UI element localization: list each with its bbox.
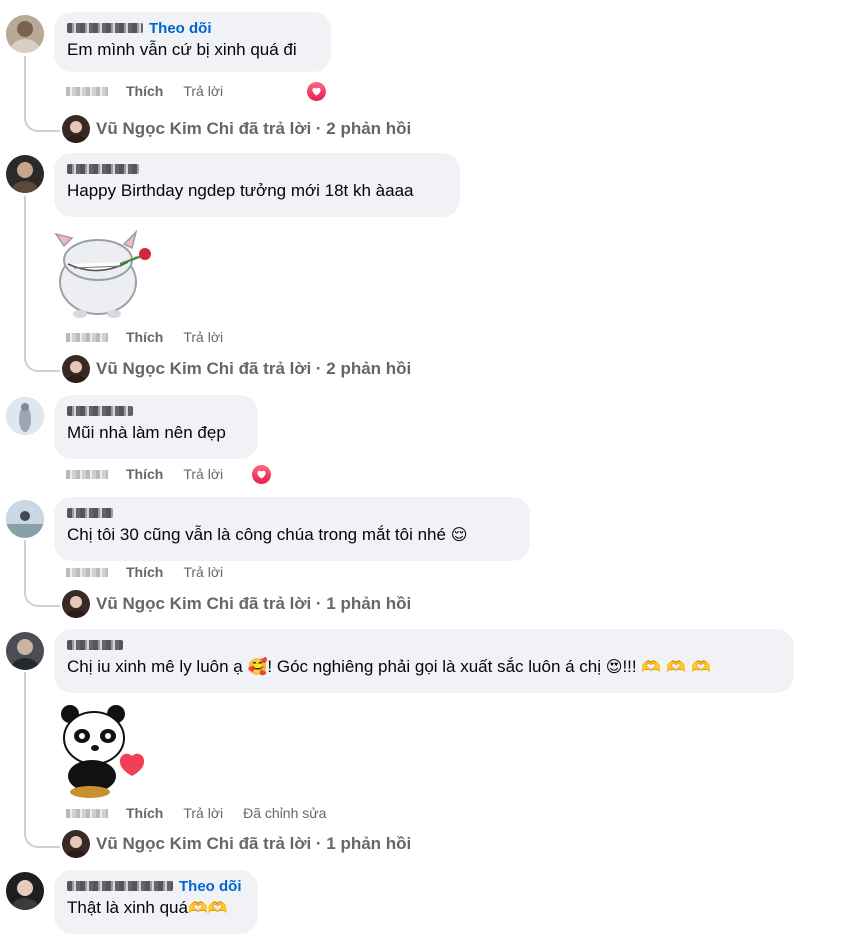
heart-hands-emoji-icon: 🫶🫶 — [187, 898, 228, 917]
timestamp[interactable] — [66, 86, 108, 96]
thread-line — [24, 56, 26, 112]
like-button[interactable]: Thích — [126, 466, 163, 482]
avatar[interactable] — [6, 632, 44, 670]
replier-avatar — [62, 590, 90, 618]
reply-button[interactable]: Trả lời — [183, 564, 223, 580]
replier-avatar — [62, 355, 90, 383]
replier-avatar — [62, 830, 90, 858]
thread-line — [24, 672, 26, 828]
author-name[interactable] — [67, 164, 139, 174]
author-name[interactable] — [67, 640, 123, 650]
comment-bubble: Mũi nhà làm nên đẹp — [54, 395, 258, 459]
view-replies-link[interactable]: Vũ Ngọc Kim Chi đã trả lời · 2 phản hồi — [62, 114, 411, 144]
thread-curve — [24, 110, 60, 132]
comment-text: ! Góc nghiêng phải gọi là xuất sắc luôn … — [267, 657, 602, 676]
reply-button[interactable]: Trả lời — [183, 466, 223, 482]
replier-avatar — [62, 115, 90, 143]
relieved-emoji-icon: 😌 — [450, 525, 468, 544]
author-name[interactable] — [67, 23, 143, 33]
comment-bubble: Theo dõi Em mình vẫn cứ bị xinh quá đi — [54, 12, 331, 72]
heart-eyes-emoji-icon: 😍 — [605, 657, 623, 676]
comment-text: Mũi nhà làm nên đẹp — [67, 423, 226, 442]
follow-link[interactable]: Theo dõi — [179, 878, 242, 895]
comment-text-line: Chị tôi 30 cũng vẫn là công chúa trong m… — [67, 523, 517, 547]
timestamp[interactable] — [66, 469, 108, 479]
reply-button[interactable]: Trả lời — [183, 805, 223, 821]
comment-text: Thật là xinh quá — [67, 898, 188, 917]
avatar[interactable] — [6, 155, 44, 193]
author-name[interactable] — [67, 406, 133, 416]
comment-text: Chị tôi 30 cũng vẫn là công chúa trong m… — [67, 525, 446, 544]
comment-text-line: Thật là xinh quá🫶🫶 — [67, 896, 245, 920]
timestamp[interactable] — [66, 567, 108, 577]
thread-line — [24, 196, 26, 352]
author-name[interactable] — [67, 881, 173, 891]
thread-curve — [24, 826, 60, 848]
smiling-hearts-emoji-icon: 🥰 — [247, 657, 268, 676]
comment-text: Chị iu xinh mê ly luôn ạ — [67, 657, 243, 676]
avatar[interactable] — [6, 397, 44, 435]
view-replies-label: Vũ Ngọc Kim Chi đã trả lời · 1 phản hồi — [96, 834, 412, 853]
author-name[interactable] — [67, 508, 113, 518]
timestamp[interactable] — [66, 808, 108, 818]
comment-actions: Thích Trả lời — [66, 81, 243, 101]
heart-reaction-icon[interactable] — [250, 463, 272, 485]
comment-text-line: Chị iu xinh mê ly luôn ạ 🥰! Góc nghiêng … — [67, 655, 781, 679]
avatar[interactable] — [6, 500, 44, 538]
comment-bubble: Happy Birthday ngdep tưởng mới 18t kh àa… — [54, 153, 460, 217]
heart-hands-emoji-icon: 🫶 🫶 🫶 — [641, 657, 712, 676]
view-replies-link[interactable]: Vũ Ngọc Kim Chi đã trả lời · 2 phản hồi — [62, 354, 411, 384]
thread-curve — [24, 585, 60, 607]
view-replies-link[interactable]: Vũ Ngọc Kim Chi đã trả lời · 1 phản hồi — [62, 589, 411, 619]
view-replies-label: Vũ Ngọc Kim Chi đã trả lời · 2 phản hồi — [96, 119, 412, 138]
avatar[interactable] — [6, 15, 44, 53]
follow-link[interactable]: Theo dõi — [149, 20, 212, 37]
thread-line — [24, 540, 26, 587]
reply-button[interactable]: Trả lời — [183, 329, 223, 345]
comment-bubble: Chị iu xinh mê ly luôn ạ 🥰! Góc nghiêng … — [54, 629, 794, 693]
comment-text: Em mình vẫn cứ bị xinh quá đi — [67, 40, 297, 59]
comment-actions: Thích Trả lời — [66, 327, 243, 347]
timestamp[interactable] — [66, 332, 108, 342]
like-button[interactable]: Thích — [126, 83, 163, 99]
comment-bubble: Theo dõi Thật là xinh quá🫶🫶 — [54, 870, 258, 934]
view-replies-label: Vũ Ngọc Kim Chi đã trả lời · 1 phản hồi — [96, 594, 412, 613]
like-button[interactable]: Thích — [126, 564, 163, 580]
view-replies-link[interactable]: Vũ Ngọc Kim Chi đã trả lời · 1 phản hồi — [62, 829, 411, 859]
like-button[interactable]: Thích — [126, 329, 163, 345]
view-replies-label: Vũ Ngọc Kim Chi đã trả lời · 2 phản hồi — [96, 359, 412, 378]
sheep-with-rose-sticker — [54, 224, 154, 325]
like-button[interactable]: Thích — [126, 805, 163, 821]
comment-bubble: Chị tôi 30 cũng vẫn là công chúa trong m… — [54, 497, 530, 561]
comment-actions: Thích Trả lời — [66, 562, 243, 582]
comment-actions: Thích Trả lời — [66, 464, 243, 484]
edited-label: Đã chỉnh sửa — [243, 805, 327, 821]
reply-button[interactable]: Trả lời — [183, 83, 223, 99]
avatar[interactable] — [6, 872, 44, 910]
heart-reaction-icon[interactable] — [305, 80, 327, 102]
comment-actions: Thích Trả lời Đã chỉnh sửa — [66, 803, 346, 823]
comment-text: !!! — [622, 657, 637, 676]
comment-text: Happy Birthday ngdep tưởng mới 18t kh àa… — [67, 181, 414, 200]
thread-curve — [24, 350, 60, 372]
panda-with-heart-sticker — [54, 700, 154, 805]
